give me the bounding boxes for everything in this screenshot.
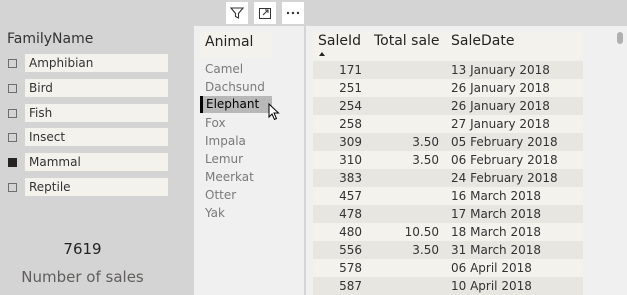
more-options-icon: [286, 11, 300, 15]
slicer-item-label[interactable]: Insect: [25, 128, 168, 146]
checkbox[interactable]: [8, 132, 17, 142]
saledate-cell: 27 January 2018: [451, 117, 550, 131]
saledate-cell: 17 March 2018: [451, 207, 542, 221]
checkbox-checked[interactable]: [8, 157, 17, 167]
saledate-cell: 06 February 2018: [451, 153, 558, 167]
slicer-item-amphibian[interactable]: Amphibian: [8, 54, 168, 72]
animal-row[interactable]: Lemur: [200, 151, 272, 168]
family-slicer-title: FamilyName: [7, 31, 94, 47]
saledate-cell: 18 March 2018: [451, 225, 542, 239]
table-row: 258 27 January 2018: [313, 115, 583, 133]
mouse-cursor-icon: [268, 103, 280, 121]
table-row: 251 26 January 2018: [313, 79, 583, 97]
checkbox[interactable]: [8, 83, 17, 93]
checkbox[interactable]: [8, 108, 17, 118]
checkbox[interactable]: [8, 182, 17, 192]
saledate-cell: 24 February 2018: [451, 171, 558, 185]
saledate-cell: 13 January 2018: [451, 63, 550, 77]
table-row: 457 16 March 2018: [313, 187, 583, 205]
saledate-cell: 26 January 2018: [451, 81, 550, 95]
slicer-item-label[interactable]: Amphibian: [25, 54, 168, 72]
more-options-button[interactable]: [282, 2, 304, 24]
saleid-cell: 309: [339, 135, 362, 149]
slicer-item-label[interactable]: Reptile: [25, 178, 168, 196]
table-row: 578 06 April 2018: [313, 259, 583, 277]
table-row: 587 10 April 2018: [313, 277, 583, 295]
saleid-cell: 310: [339, 153, 362, 167]
table-row: 556 3.50 31 March 2018: [313, 241, 583, 259]
saleid-cell: 254: [339, 99, 362, 113]
animal-column-header[interactable]: Animal: [200, 32, 272, 58]
card-value: 7619: [63, 240, 102, 258]
saleid-cell: 556: [339, 243, 362, 257]
table-row: 309 3.50 05 February 2018: [313, 133, 583, 151]
animal-row-selected[interactable]: Elephant: [200, 96, 272, 113]
saledate-column-header[interactable]: SaleDate: [451, 33, 514, 49]
animal-row[interactable]: Meerkat: [200, 169, 272, 186]
saledate-cell: 16 March 2018: [451, 189, 542, 203]
table-row: 478 17 March 2018: [313, 205, 583, 223]
total-sale-cell: 3.50: [412, 135, 439, 149]
saledate-cell: 06 April 2018: [451, 261, 532, 275]
animal-row[interactable]: Impala: [200, 133, 272, 150]
animal-row[interactable]: Otter: [200, 187, 272, 204]
animal-row[interactable]: Yak: [200, 205, 272, 222]
animal-row[interactable]: Camel: [200, 61, 272, 78]
filter-icon: [229, 7, 245, 19]
saledate-cell: 10 April 2018: [451, 279, 532, 293]
table-row: 254 26 January 2018: [313, 97, 583, 115]
slicer-item-bird[interactable]: Bird: [8, 79, 168, 97]
card-label: Number of sales: [21, 268, 144, 286]
table-row: 310 3.50 06 February 2018: [313, 151, 583, 169]
saleid-cell: 251: [339, 81, 362, 95]
table-row: 383 24 February 2018: [313, 169, 583, 187]
checkbox[interactable]: [8, 58, 17, 68]
total-sale-cell: 3.50: [412, 243, 439, 257]
slicer-item-fish[interactable]: Fish: [8, 104, 168, 122]
saleid-cell: 258: [339, 117, 362, 131]
saledate-cell: 26 January 2018: [451, 99, 550, 113]
animal-row[interactable]: Dachsund: [200, 79, 272, 96]
saledate-cell: 05 February 2018: [451, 135, 558, 149]
saledate-cell: 31 March 2018: [451, 243, 542, 257]
focus-mode-icon: [259, 8, 271, 19]
table-row: 480 10.50 18 March 2018: [313, 223, 583, 241]
saleid-cell: 480: [339, 225, 362, 239]
slicer-item-label[interactable]: Bird: [25, 79, 168, 97]
saleid-cell: 383: [339, 171, 362, 185]
filter-button[interactable]: [226, 2, 248, 24]
table-row: 171 13 January 2018: [313, 61, 583, 79]
slicer-item-insect[interactable]: Insect: [8, 128, 168, 146]
slicer-item-label[interactable]: Fish: [25, 104, 168, 122]
sort-ascending-icon: [319, 52, 325, 56]
slicer-item-mammal[interactable]: Mammal: [8, 153, 168, 171]
total-sale-column-header[interactable]: Total sale: [374, 33, 440, 49]
slicer-item-reptile[interactable]: Reptile: [8, 178, 168, 196]
focus-mode-button[interactable]: [254, 2, 276, 24]
saleid-cell: 171: [339, 63, 362, 77]
saleid-cell: 478: [339, 207, 362, 221]
saleid-cell: 578: [339, 261, 362, 275]
slicer-item-label[interactable]: Mammal: [25, 153, 168, 171]
saleid-cell: 457: [339, 189, 362, 203]
saleid-column-header[interactable]: SaleId: [318, 33, 361, 49]
animal-row[interactable]: Fox: [200, 115, 272, 132]
vertical-scrollbar[interactable]: [617, 32, 623, 44]
total-sale-cell: 3.50: [412, 153, 439, 167]
sales-table-header: SaleId Total sale SaleDate: [313, 32, 583, 60]
total-sale-cell: 10.50: [404, 225, 439, 239]
saleid-cell: 587: [339, 279, 362, 293]
